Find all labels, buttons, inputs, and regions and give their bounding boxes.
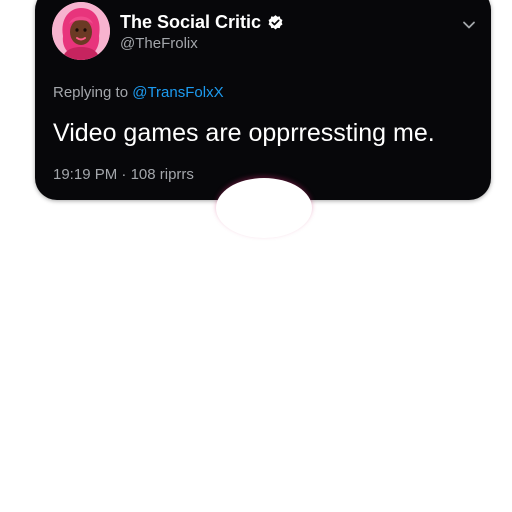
card-cutout <box>216 178 312 238</box>
author-name-row: The Social Critic <box>120 12 284 33</box>
tweet-text: Video games are opprressting me. <box>53 119 435 147</box>
chevron-down-icon[interactable] <box>461 17 477 33</box>
author-handle[interactable]: @TheFrolix <box>120 35 198 52</box>
avatar[interactable] <box>52 2 110 60</box>
timestamp[interactable]: 19:19 PM <box>53 166 117 183</box>
reply-prefix: Replying to <box>53 84 129 101</box>
display-name[interactable]: The Social Critic <box>120 12 261 33</box>
reply-context: Replying to @TransFolxX <box>53 84 224 101</box>
meta-separator: · <box>121 166 127 183</box>
tweet-meta: 19:19 PM · 108 riprrs <box>53 166 194 183</box>
verified-badge-icon <box>268 15 283 30</box>
reply-handle-link[interactable]: @TransFolxX <box>132 84 223 101</box>
tweet-stats[interactable]: 108 riprrs <box>131 166 194 183</box>
avatar-illustration-icon <box>52 2 110 60</box>
